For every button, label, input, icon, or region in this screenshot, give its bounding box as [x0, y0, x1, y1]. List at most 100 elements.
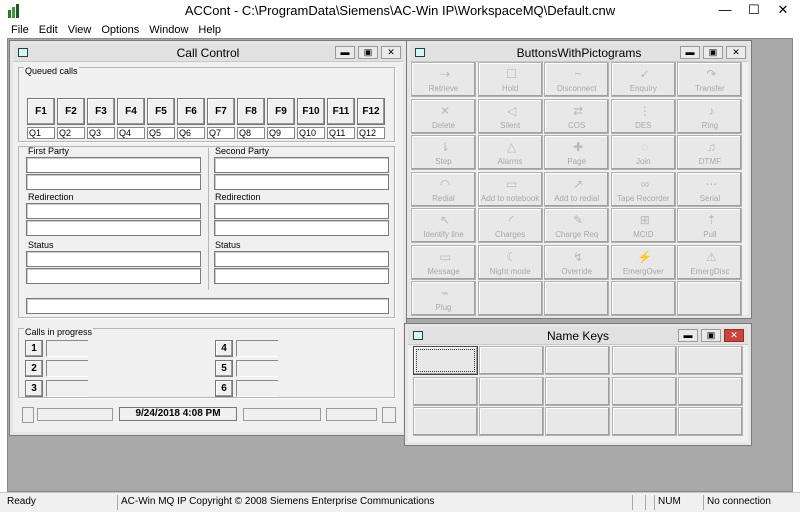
empty-slot-34-button[interactable]: [677, 281, 743, 316]
name-key-1[interactable]: [413, 346, 478, 375]
menu-help[interactable]: Help: [193, 22, 226, 38]
fkey-f5-button[interactable]: F5: [147, 98, 175, 125]
name-key-6[interactable]: [413, 376, 478, 406]
mcid-button[interactable]: ⊞ MCID: [610, 208, 676, 243]
fkey-f11-button[interactable]: F11: [327, 98, 355, 125]
menu-view[interactable]: View: [63, 22, 97, 38]
redial-button[interactable]: ◠ Redial: [411, 171, 476, 207]
menu-window[interactable]: Window: [144, 22, 193, 38]
message-button[interactable]: ▭ Message: [411, 244, 476, 280]
fkey-f4-button[interactable]: F4: [117, 98, 145, 125]
call-control-close-button[interactable]: ✕: [381, 46, 401, 59]
fkey-f3-button[interactable]: F3: [87, 98, 115, 125]
call-button-6[interactable]: 6: [215, 380, 233, 397]
empty-slot-32-button[interactable]: [544, 281, 610, 316]
name-key-2[interactable]: [479, 346, 545, 375]
pull-button[interactable]: ⇡ Pull: [677, 208, 743, 243]
add-to-redial-button[interactable]: ↗ Add to redial: [544, 171, 610, 207]
name-key-10[interactable]: [677, 376, 743, 406]
pictograms-minimize-button[interactable]: ▬: [680, 46, 700, 59]
redirection-right-line1[interactable]: [214, 203, 389, 219]
call-control-minimize-button[interactable]: ▬: [335, 46, 355, 59]
close-button[interactable]: ✕: [766, 0, 800, 22]
join-button[interactable]: ◌ Join: [610, 135, 676, 170]
silent-button[interactable]: ◁ Silent: [477, 98, 543, 134]
name-key-14[interactable]: [611, 407, 677, 436]
tape-recorder-button[interactable]: ∞ Tape Recorder: [610, 171, 676, 207]
call-button-1[interactable]: 1: [25, 340, 43, 357]
page-button[interactable]: ✚ Page: [544, 135, 610, 170]
dtmf-button[interactable]: ♫ DTMF: [677, 135, 743, 170]
call-button-2[interactable]: 2: [25, 360, 43, 377]
cc-status-left-handle[interactable]: [22, 407, 34, 423]
call-control-titlebar[interactable]: Call Control ▬ ▣ ✕: [13, 44, 403, 62]
name-keys-titlebar[interactable]: Name Keys ▬ ▣ ✕: [408, 327, 748, 345]
menu-edit[interactable]: Edit: [34, 22, 63, 38]
fkey-f2-button[interactable]: F2: [57, 98, 85, 125]
name-key-11[interactable]: [413, 407, 478, 436]
pictograms-titlebar[interactable]: ButtonsWithPictograms ▬ ▣ ✕: [410, 44, 748, 62]
cc-status-right-handle[interactable]: [382, 407, 396, 423]
step-button[interactable]: ⇂ Step: [411, 135, 476, 170]
transfer-button[interactable]: ↷ Transfer: [677, 62, 743, 97]
emergdisc-button[interactable]: ⚠ EmergDisc: [677, 244, 743, 280]
fkey-f8-button[interactable]: F8: [237, 98, 265, 125]
emergover-button[interactable]: ⚡ EmergOver: [610, 244, 676, 280]
serial-button[interactable]: ⋯ Serial: [677, 171, 743, 207]
fkey-f9-button[interactable]: F9: [267, 98, 295, 125]
status-right-line2[interactable]: [214, 268, 389, 284]
redirection-left-line2[interactable]: [26, 220, 201, 236]
delete-button[interactable]: ✕ Delete: [411, 98, 476, 134]
retrieve-button[interactable]: ⇢ Retrieve: [411, 62, 476, 97]
info-line[interactable]: [26, 298, 389, 314]
pictograms-restore-button[interactable]: ▣: [703, 46, 723, 59]
menu-options[interactable]: Options: [96, 22, 144, 38]
charges-button[interactable]: ◜ Charges: [477, 208, 543, 243]
alarms-button[interactable]: △ Alarms: [477, 135, 543, 170]
empty-slot-33-button[interactable]: [610, 281, 676, 316]
name-key-7[interactable]: [479, 376, 545, 406]
call-button-5[interactable]: 5: [215, 360, 233, 377]
fkey-f1-button[interactable]: F1: [27, 98, 55, 125]
identify-line-button[interactable]: ↖ Identify line: [411, 208, 476, 243]
redirection-right-line2[interactable]: [214, 220, 389, 236]
hold-button[interactable]: ☐ Hold: [477, 62, 543, 97]
status-left-line2[interactable]: [26, 268, 201, 284]
call-button-3[interactable]: 3: [25, 380, 43, 397]
des-button[interactable]: ⋮ DES: [610, 98, 676, 134]
fkey-f7-button[interactable]: F7: [207, 98, 235, 125]
second-party-line2[interactable]: [214, 174, 389, 190]
name-key-13[interactable]: [545, 407, 611, 436]
enquiry-button[interactable]: ✓ Enquiry: [610, 62, 676, 97]
redirection-left-line1[interactable]: [26, 203, 201, 219]
call-button-4[interactable]: 4: [215, 340, 233, 357]
name-keys-close-button[interactable]: ✕: [724, 329, 744, 342]
name-key-15[interactable]: [677, 407, 743, 436]
status-right-line1[interactable]: [214, 251, 389, 267]
night-mode-button[interactable]: ☾ Night mode: [477, 244, 543, 280]
name-key-3[interactable]: [545, 346, 611, 375]
disconnect-button[interactable]: ~ Disconnect: [544, 62, 610, 97]
call-control-restore-button[interactable]: ▣: [358, 46, 378, 59]
add-to-notebook-button[interactable]: ▭ Add to notebook: [477, 171, 543, 207]
first-party-line1[interactable]: [26, 157, 201, 173]
name-key-4[interactable]: [611, 346, 677, 375]
ring-button[interactable]: ♪ Ring: [677, 98, 743, 134]
menu-file[interactable]: File: [6, 22, 34, 38]
name-key-8[interactable]: [545, 376, 611, 406]
fkey-f6-button[interactable]: F6: [177, 98, 205, 125]
fkey-f10-button[interactable]: F10: [297, 98, 325, 125]
name-keys-restore-button[interactable]: ▣: [701, 329, 721, 342]
second-party-line1[interactable]: [214, 157, 389, 173]
plug-button[interactable]: ⌁ Plug: [411, 281, 476, 316]
empty-slot-31-button[interactable]: [477, 281, 543, 316]
charge-req-button[interactable]: ✎ Charge Req: [544, 208, 610, 243]
name-keys-minimize-button[interactable]: ▬: [678, 329, 698, 342]
cos-button[interactable]: ⇄ COS: [544, 98, 610, 134]
override-button[interactable]: ↯ Override: [544, 244, 610, 280]
name-key-12[interactable]: [479, 407, 545, 436]
pictograms-close-button[interactable]: ✕: [726, 46, 746, 59]
name-key-9[interactable]: [611, 376, 677, 406]
fkey-f12-button[interactable]: F12: [357, 98, 385, 125]
first-party-line2[interactable]: [26, 174, 201, 190]
